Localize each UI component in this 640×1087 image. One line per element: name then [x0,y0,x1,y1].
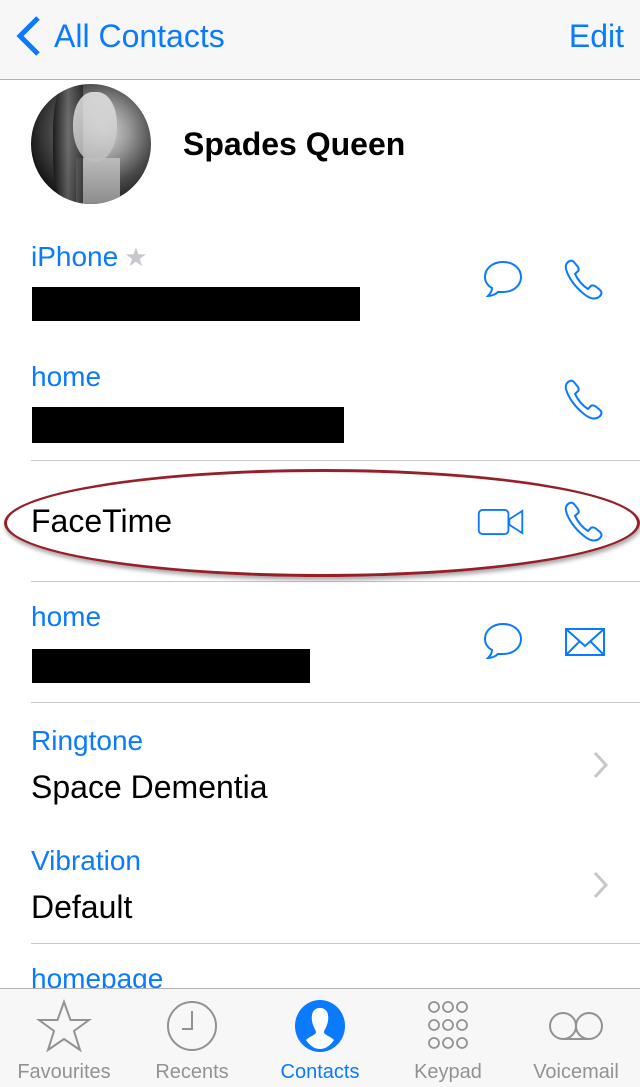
field-label: home [31,601,102,632]
contact-header: Spades Queen [0,84,640,214]
chevron-right-icon [593,751,609,779]
call-button[interactable] [558,375,608,425]
tab-contacts[interactable]: Contacts [256,989,384,1087]
back-label: All Contacts [54,17,225,54]
vibration-row[interactable]: Vibration Default [0,823,640,944]
vibration-value: Default [31,889,133,925]
star-icon [35,999,93,1053]
keypad-icon [428,1001,468,1049]
phone-icon [564,259,603,300]
redacted-phone-number [32,287,360,321]
contacts-icon [295,1000,345,1052]
favorite-star-icon: ★ [124,242,148,272]
phone-row-iphone[interactable]: iPhone ★ [0,225,640,345]
tab-voicemail[interactable]: Voicemail [512,989,640,1087]
ringtone-value: Space Dementia [31,769,268,805]
message-button[interactable] [478,617,528,667]
avatar [31,84,151,204]
phone-icon [564,501,603,542]
separator [31,581,640,582]
redacted-email [32,649,310,683]
facetime-audio-button[interactable] [558,497,608,547]
field-label: Vibration [31,845,142,876]
tab-keypad[interactable]: Keypad [384,989,512,1087]
field-label: home [31,361,102,392]
message-button[interactable] [478,255,528,305]
phone-row-home[interactable]: home [0,345,640,461]
back-button[interactable]: All Contacts [14,14,225,58]
facetime-row[interactable]: FaceTime [0,461,640,582]
message-icon [483,260,523,298]
clock-icon [167,1001,217,1051]
homepage-row[interactable]: homepage [0,943,640,994]
facetime-video-button[interactable] [476,497,526,547]
message-icon [483,622,523,660]
call-button[interactable] [558,255,608,305]
video-icon [477,509,524,535]
email-row-home[interactable]: home [0,587,640,703]
voicemail-icon [549,1012,603,1040]
tab-favourites[interactable]: Favourites [0,989,128,1087]
redacted-phone-number [32,407,344,443]
mail-button[interactable] [560,617,610,667]
field-label: Ringtone [31,725,144,756]
field-label: iPhone [31,241,119,272]
chevron-right-icon [593,871,609,899]
edit-button[interactable]: Edit [569,14,624,58]
contact-name: Spades Queen [183,126,406,162]
tab-recents[interactable]: Recents [128,989,256,1087]
navigation-bar: All Contacts Edit [0,0,640,80]
mail-icon [565,628,605,656]
phone-icon [564,379,603,420]
facetime-label: FaceTime [31,503,173,539]
ringtone-row[interactable]: Ringtone Space Dementia [0,703,640,823]
tab-bar: Favourites Recents Contacts Keypad Voice… [0,988,640,1087]
chevron-left-icon [16,16,40,56]
